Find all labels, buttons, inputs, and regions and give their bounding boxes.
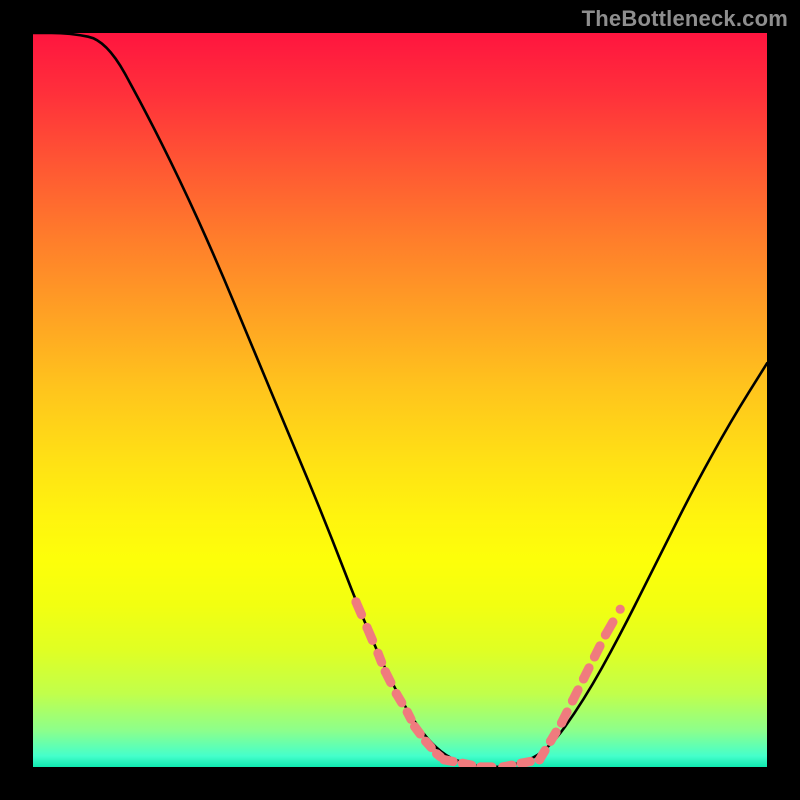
chart-frame: TheBottleneck.com [0,0,800,800]
watermark-label: TheBottleneck.com [582,6,788,32]
dots-right-segment [535,605,625,765]
dots-bottom-segment [439,755,544,767]
plot-area [33,33,767,767]
curve-layer [33,33,767,767]
bottleneck-curve [33,33,767,767]
